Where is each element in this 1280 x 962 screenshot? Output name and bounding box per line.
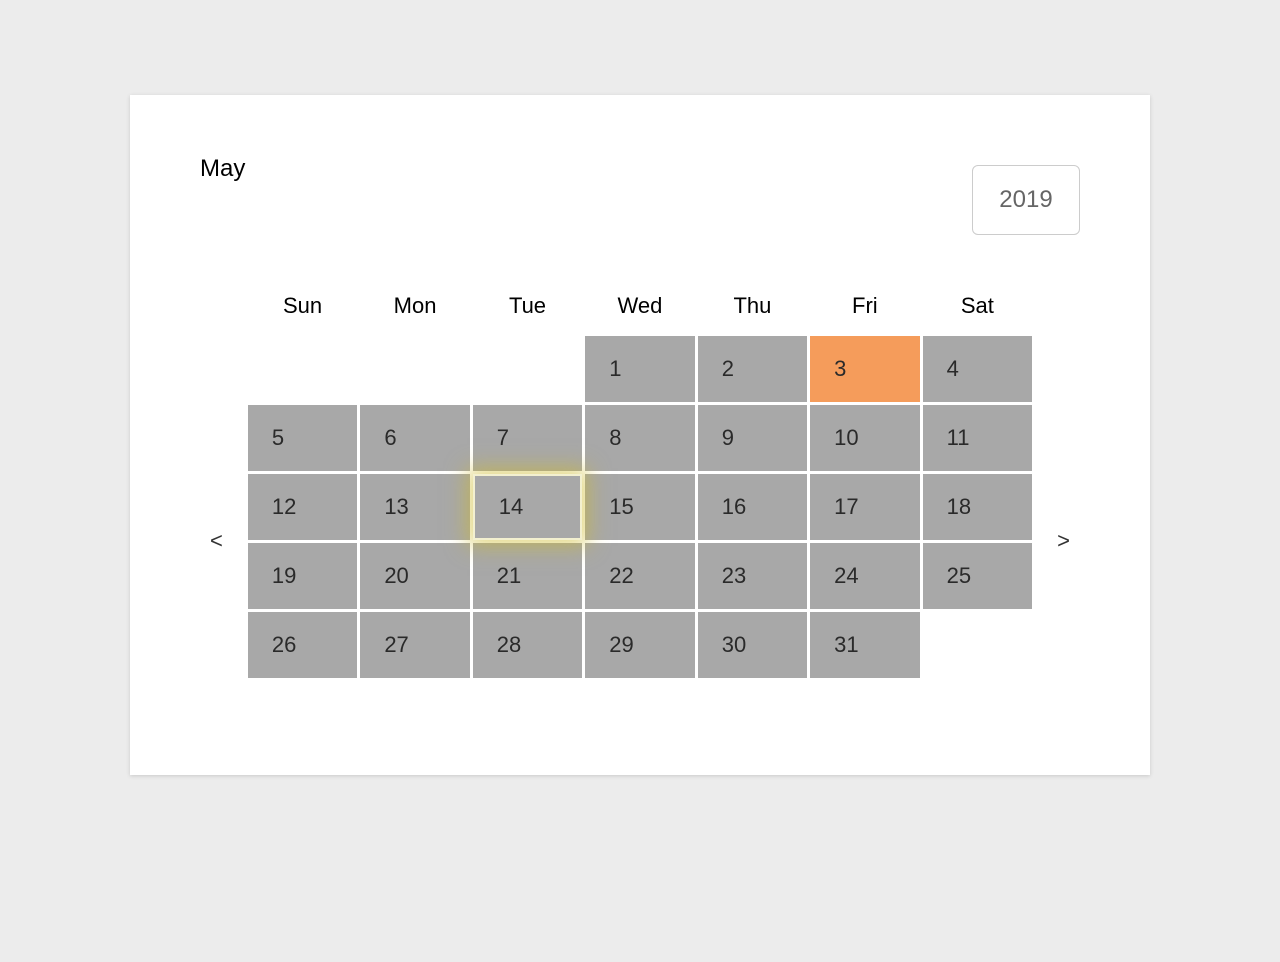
weekday-header: Mon [360, 283, 469, 333]
calendar-week: 12131415161718 [248, 474, 1032, 540]
day-cell[interactable]: 8 [585, 405, 694, 471]
month-label: May [200, 155, 245, 183]
next-month-button[interactable]: > [1047, 518, 1080, 564]
day-cell[interactable]: 13 [360, 474, 469, 540]
day-cell[interactable]: 27 [360, 612, 469, 678]
calendar-card: May < Sun Mon Tue Wed Thu Fri Sat 123456… [130, 95, 1150, 775]
calendar-week: 1234 [248, 336, 1032, 402]
weekday-header: Tue [473, 283, 582, 333]
calendar-week: 262728293031 [248, 612, 1032, 678]
day-cell[interactable]: 22 [585, 543, 694, 609]
calendar-body: < Sun Mon Tue Wed Thu Fri Sat 1234567891… [200, 280, 1080, 681]
calendar-header: May [200, 155, 1080, 235]
day-cell[interactable]: 15 [585, 474, 694, 540]
day-cell[interactable]: 4 [923, 336, 1033, 402]
day-cell[interactable]: 11 [923, 405, 1033, 471]
day-cell[interactable]: 10 [810, 405, 919, 471]
day-cell[interactable]: 26 [248, 612, 357, 678]
day-cell[interactable]: 17 [810, 474, 919, 540]
prev-month-button[interactable]: < [200, 518, 233, 564]
day-cell[interactable]: 12 [248, 474, 357, 540]
day-cell[interactable]: 20 [360, 543, 469, 609]
day-cell[interactable]: 18 [923, 474, 1033, 540]
calendar-week: 567891011 [248, 405, 1032, 471]
day-cell[interactable]: 16 [698, 474, 807, 540]
weekday-header: Sat [923, 283, 1033, 333]
weekday-row: Sun Mon Tue Wed Thu Fri Sat [248, 283, 1032, 333]
empty-cell [360, 336, 469, 402]
day-cell[interactable]: 2 [698, 336, 807, 402]
day-cell[interactable]: 23 [698, 543, 807, 609]
weekday-header: Wed [585, 283, 694, 333]
day-cell[interactable]: 30 [698, 612, 807, 678]
day-cell[interactable]: 3 [810, 336, 919, 402]
day-cell[interactable]: 14 [473, 474, 582, 540]
day-cell[interactable]: 5 [248, 405, 357, 471]
day-cell[interactable]: 9 [698, 405, 807, 471]
empty-cell [248, 336, 357, 402]
empty-cell [473, 336, 582, 402]
day-cell[interactable]: 6 [360, 405, 469, 471]
day-cell[interactable]: 31 [810, 612, 919, 678]
day-cell[interactable]: 24 [810, 543, 919, 609]
weekday-header: Thu [698, 283, 807, 333]
day-cell[interactable]: 28 [473, 612, 582, 678]
day-cell[interactable]: 25 [923, 543, 1033, 609]
weekday-header: Fri [810, 283, 919, 333]
day-cell[interactable]: 19 [248, 543, 357, 609]
day-cell[interactable]: 21 [473, 543, 582, 609]
empty-cell [923, 612, 1033, 678]
calendar-grid: Sun Mon Tue Wed Thu Fri Sat 123456789101… [245, 280, 1035, 681]
calendar-week: 19202122232425 [248, 543, 1032, 609]
weekday-header: Sun [248, 283, 357, 333]
year-input[interactable] [972, 165, 1080, 235]
day-cell[interactable]: 1 [585, 336, 694, 402]
day-cell[interactable]: 29 [585, 612, 694, 678]
day-cell[interactable]: 7 [473, 405, 582, 471]
